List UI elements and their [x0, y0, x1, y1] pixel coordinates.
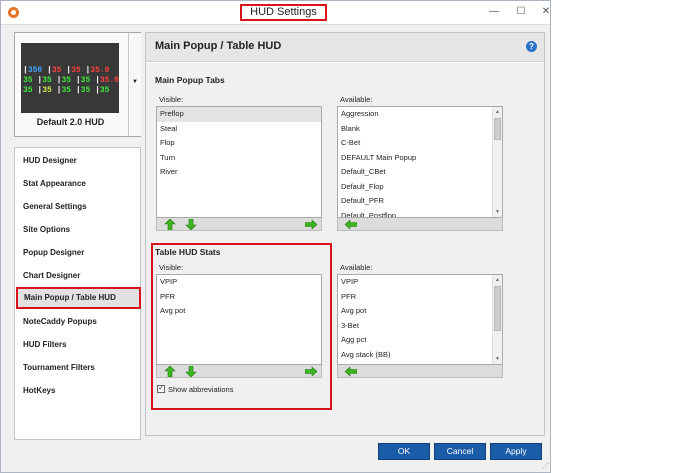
list-item[interactable]: C-Bet [338, 136, 502, 151]
scroll-down-arrow-icon[interactable]: ▼ [493, 354, 502, 364]
list-item[interactable]: PFR [338, 290, 502, 305]
hud-profile-name: Default 2.0 HUD [36, 117, 105, 127]
popup-visible-toolbar [156, 218, 322, 231]
move-up-icon[interactable] [164, 366, 176, 377]
list-item[interactable]: Avg stack (BB) [338, 348, 502, 363]
table-stats-heading: Table HUD Stats [155, 247, 221, 257]
hud-preview-row: 35 | 35 | 35 | 35 | 35 [23, 86, 110, 95]
move-down-icon[interactable] [185, 366, 197, 377]
show-abbreviations-checkbox[interactable]: ✓ [157, 385, 165, 393]
title-bar: HUD Settings — ☐ ✕ [1, 1, 550, 25]
scroll-up-arrow-icon[interactable]: ▲ [493, 275, 502, 285]
move-down-icon[interactable] [185, 219, 197, 230]
hud-profile-dropdown-button[interactable]: ▼ [128, 33, 141, 136]
stats-available-label: Available: [340, 263, 373, 272]
scroll-thumb[interactable] [494, 286, 501, 331]
scroll-up-arrow-icon[interactable]: ▲ [493, 107, 502, 117]
window-title: HUD Settings [240, 4, 327, 21]
stats-available-toolbar [337, 365, 503, 378]
nav-item-chart-designer[interactable]: Chart Designer [15, 265, 140, 287]
list-item[interactable]: Default_Postflop [338, 209, 502, 218]
list-item[interactable]: Preflop [157, 107, 321, 122]
list-item[interactable]: River [157, 165, 321, 180]
nav-item-hud-designer[interactable]: HUD Designer [15, 150, 140, 172]
list-item[interactable]: Turn [157, 151, 321, 166]
list-item[interactable]: 3-Bet [338, 319, 502, 334]
apply-button[interactable]: Apply [490, 443, 542, 460]
list-item[interactable]: Flop [157, 136, 321, 151]
move-left-icon[interactable] [345, 366, 357, 377]
popup-visible-list[interactable]: Preflop Steal Flop Turn River [156, 106, 322, 218]
move-left-icon[interactable] [345, 219, 357, 230]
minimize-button[interactable]: — [481, 4, 507, 20]
nav-item-general-settings[interactable]: General Settings [15, 196, 140, 218]
page-title: Main Popup / Table HUD [155, 40, 282, 52]
popup-available-toolbar [337, 218, 503, 231]
list-item[interactable]: VPIP [338, 275, 502, 290]
list-item[interactable]: Default_Flop [338, 180, 502, 195]
nav-item-notecaddy-popups[interactable]: NoteCaddy Popups [15, 311, 140, 333]
popup-visible-label: Visible: [159, 95, 184, 104]
scroll-thumb[interactable] [494, 118, 501, 140]
list-item[interactable]: Blank [338, 122, 502, 137]
list-item[interactable]: PFR [157, 290, 321, 305]
resize-grip-icon[interactable]: ⋰ [542, 463, 550, 471]
hud-preview-row: 35 | 35 | 35 | 35 | 35.0 [23, 76, 120, 85]
nav-item-main-popup-table-hud[interactable]: Main Popup / Table HUD [16, 287, 141, 309]
nav-item-tournament-filters[interactable]: Tournament Filters [15, 357, 140, 379]
nav-item-stat-appearance[interactable]: Stat Appearance [15, 173, 140, 195]
list-item[interactable]: Default_CBet [338, 165, 502, 180]
list-item[interactable]: Avg pot [157, 304, 321, 319]
help-icon[interactable]: ? [526, 41, 537, 52]
popup-available-scrollbar[interactable]: ▲ ▼ [492, 107, 502, 217]
app-logo-icon [8, 7, 19, 18]
list-item[interactable]: VPIP [157, 275, 321, 290]
move-right-icon[interactable] [305, 219, 317, 230]
list-item[interactable]: DEFAULT Main Popup [338, 151, 502, 166]
move-up-icon[interactable] [164, 219, 176, 230]
list-item[interactable]: Avg pot [338, 304, 502, 319]
stats-visible-label: Visible: [159, 263, 184, 272]
hud-preview-row: | 350 | 35 | 35 | 35.0 [23, 66, 110, 75]
hud-preview-image: | 350 | 35 | 35 | 35.0 35 | 35 | 35 | 35 | 35.0 … [21, 43, 119, 113]
list-item[interactable]: Agg pct [338, 333, 502, 348]
hud-profile-selector[interactable]: | 350 | 35 | 35 | 35.0 35 | 35 | 35 | 35 | 35.0 … [14, 32, 141, 137]
popup-available-list[interactable]: Aggression Blank C-Bet DEFAULT Main Popu… [337, 106, 503, 218]
ok-button[interactable]: OK [378, 443, 430, 460]
show-abbreviations-label[interactable]: Show abbreviations [168, 385, 233, 394]
move-right-icon[interactable] [305, 366, 317, 377]
maximize-button[interactable]: ☐ [508, 4, 534, 20]
hud-settings-window: HUD Settings — ☐ ✕ | 350 | 35 | 35 | 35.0 35… [0, 0, 551, 473]
nav-item-hud-filters[interactable]: HUD Filters [15, 334, 140, 356]
list-item[interactable]: Default_PFR [338, 194, 502, 209]
list-item[interactable]: Steal [157, 122, 321, 137]
stats-visible-list[interactable]: VPIP PFR Avg pot [156, 274, 322, 365]
settings-nav: HUD Designer Stat Appearance General Set… [14, 147, 141, 440]
stats-available-list[interactable]: VPIP PFR Avg pot 3-Bet Agg pct Avg stack… [337, 274, 503, 365]
popup-available-label: Available: [340, 95, 373, 104]
list-item[interactable]: Aggression [338, 107, 502, 122]
stats-available-scrollbar[interactable]: ▲ ▼ [492, 275, 502, 364]
popup-tabs-heading: Main Popup Tabs [155, 75, 225, 85]
nav-item-popup-designer[interactable]: Popup Designer [15, 242, 140, 264]
nav-item-site-options[interactable]: Site Options [15, 219, 140, 241]
stats-visible-toolbar [156, 365, 322, 378]
close-button[interactable]: ✕ [533, 4, 559, 20]
panel-header: Main Popup / Table HUD ? [146, 33, 544, 62]
scroll-down-arrow-icon[interactable]: ▼ [493, 207, 502, 217]
cancel-button[interactable]: Cancel [434, 443, 486, 460]
nav-item-hotkeys[interactable]: HotKeys [15, 380, 140, 402]
